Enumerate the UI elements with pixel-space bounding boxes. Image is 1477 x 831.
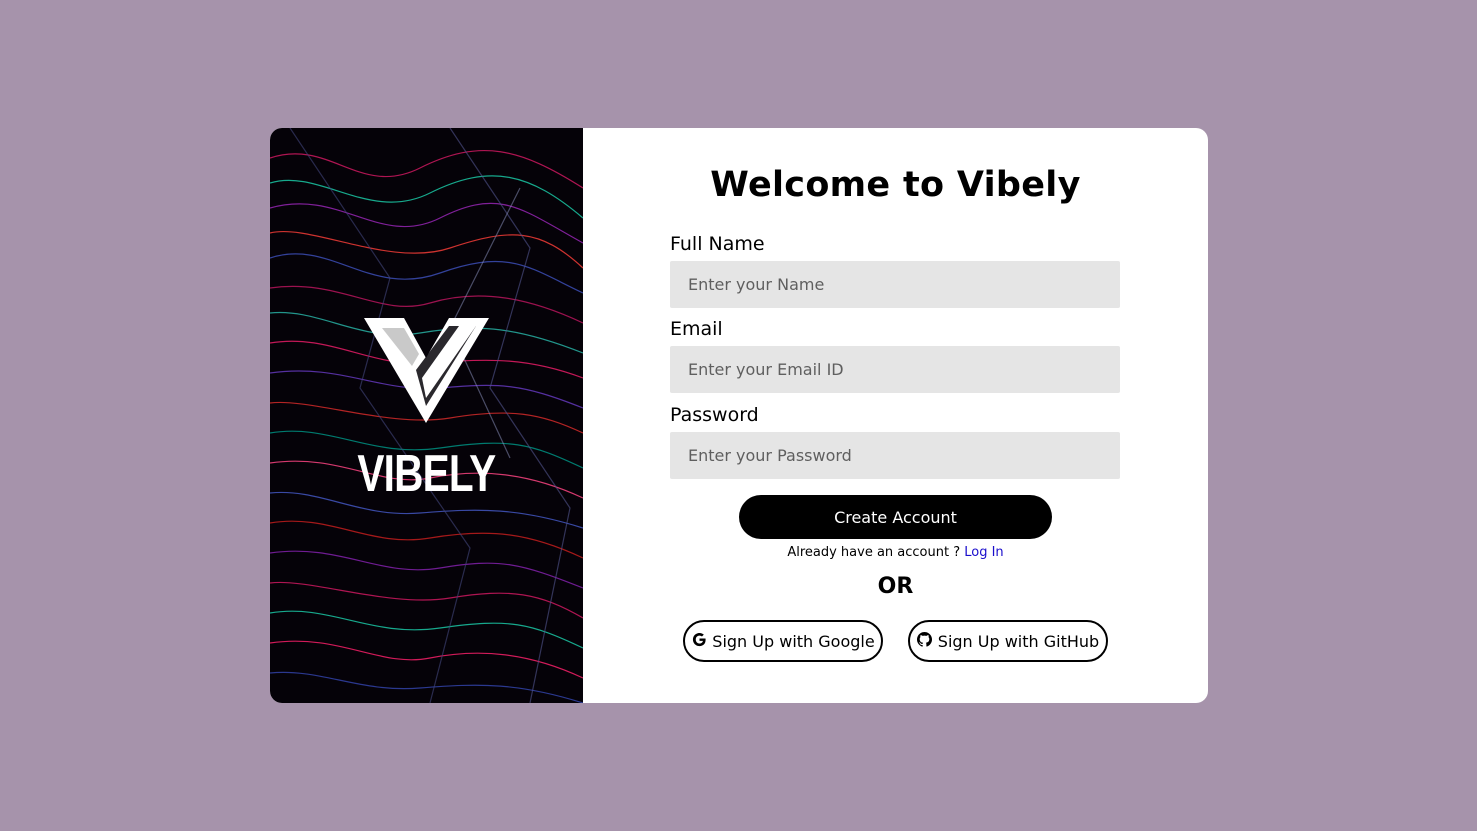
login-prompt: Already have an account ? Log In [583,545,1208,560]
full-name-label: Full Name [670,233,765,255]
password-input[interactable] [670,432,1120,479]
github-signup-button[interactable]: Sign Up with GitHub [908,620,1108,662]
github-signup-label: Sign Up with GitHub [937,631,1100,651]
github-octocat-icon [917,632,933,648]
create-account-button[interactable]: Create Account [739,495,1052,539]
email-label: Email [670,318,723,340]
brand-wordmark: VIBELY [357,445,496,503]
vibely-logo-icon [364,318,489,423]
signup-form-panel: Welcome to Vibely Full Name Email Passwo… [583,128,1208,703]
full-name-input[interactable] [670,261,1120,308]
login-prompt-text: Already have an account ? [787,545,961,560]
signup-card: VIBELY Welcome to Vibely Full Name Email… [270,128,1208,703]
google-signup-label: Sign Up with Google [712,631,875,651]
page-title: Welcome to Vibely [710,165,1081,205]
google-g-icon [691,632,707,648]
google-signup-button[interactable]: Sign Up with Google [683,620,883,662]
brand-art-panel: VIBELY [270,128,583,703]
login-link[interactable]: Log In [964,545,1003,560]
or-divider: OR [877,574,914,599]
email-input[interactable] [670,346,1120,393]
password-label: Password [670,404,759,426]
